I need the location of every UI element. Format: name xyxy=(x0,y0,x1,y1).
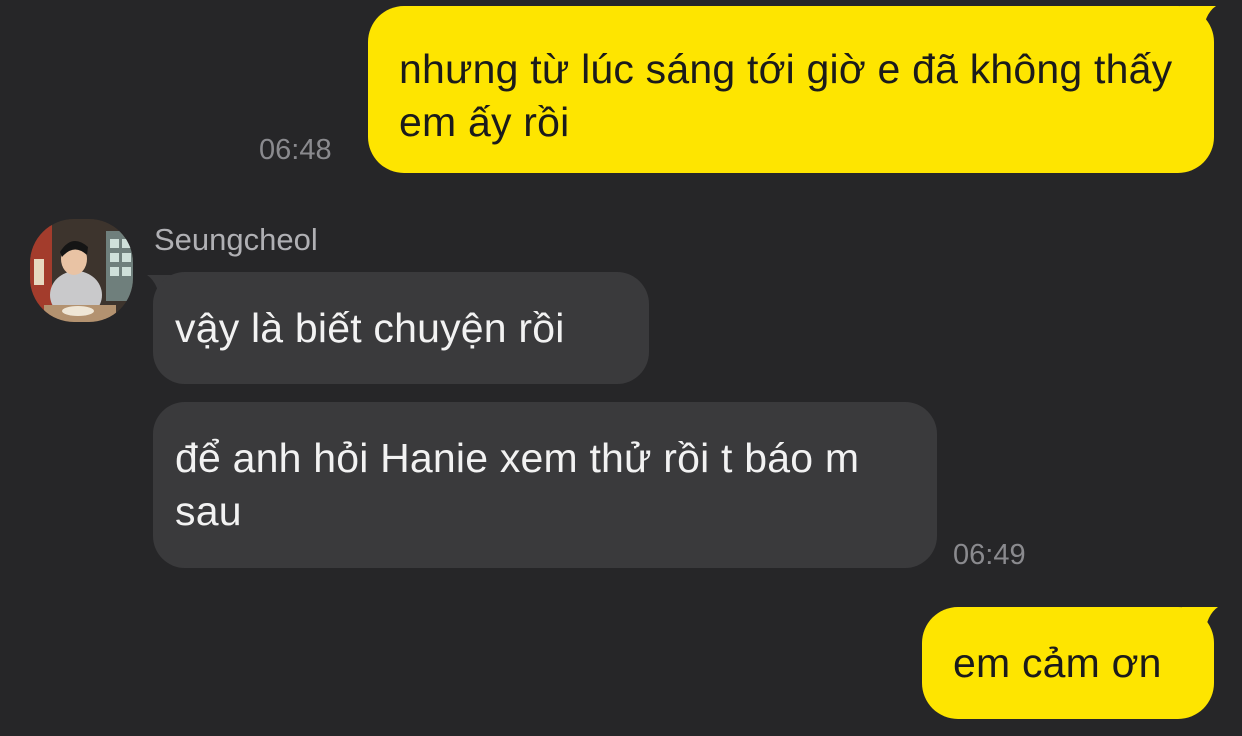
message-text: em cảm ơn xyxy=(953,640,1162,686)
message-timestamp: 06:48 xyxy=(259,134,332,166)
message-text: để anh hỏi Hanie xem thử rồi t báo m sau xyxy=(175,435,860,534)
message-timestamp: 06:49 xyxy=(953,539,1026,571)
avatar[interactable] xyxy=(30,219,133,322)
incoming-message-bubble[interactable]: để anh hỏi Hanie xem thử rồi t báo m sau xyxy=(153,402,937,568)
sender-name: Seungcheol xyxy=(154,222,318,257)
incoming-message-bubble[interactable]: vậy là biết chuyện rồi xyxy=(153,272,649,384)
outgoing-message-bubble[interactable]: em cảm ơn xyxy=(922,607,1214,719)
message-text: nhưng từ lúc sáng tới giờ e đã không thấ… xyxy=(399,46,1173,145)
profile-photo-icon xyxy=(30,219,133,322)
outgoing-message-bubble[interactable]: nhưng từ lúc sáng tới giờ e đã không thấ… xyxy=(368,6,1214,173)
message-text: vậy là biết chuyện rồi xyxy=(175,305,565,351)
